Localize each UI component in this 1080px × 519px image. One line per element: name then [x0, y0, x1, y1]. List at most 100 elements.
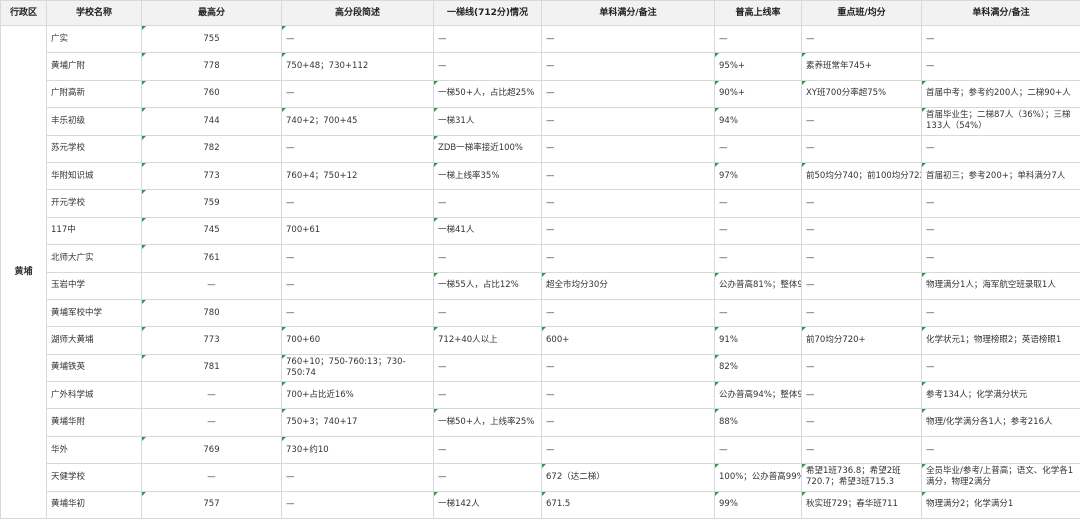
table-row: 黄埔军校中学 780— — — — — —: [1, 298, 1080, 328]
single-subject-note-cell: —: [541, 189, 715, 218]
tier-one-cell: 一梯55人，占比12%: [433, 271, 542, 300]
school-name-cell: 广附高新: [46, 79, 142, 109]
header-max-score: 最高分: [141, 0, 282, 26]
high-score-summary-cell: 700+60: [281, 326, 434, 355]
single-subject-note-cell: 671.5: [541, 490, 715, 519]
max-score-cell: —: [141, 463, 282, 492]
high-score-summary-cell: 750+3；740+17: [281, 408, 434, 437]
table-row: 广附高新 760— 一梯50+人，占比超25% —90%+ XY班700分率超75% 首届…: [1, 79, 1080, 109]
single-subject-note-cell: —: [541, 134, 715, 163]
single-subject-note-2-cell: —: [921, 216, 1080, 246]
key-class-cell: 前50均分740；前100均分722: [801, 161, 922, 191]
table-row: 华附知识城 773 760+4；750+12 一梯上线率35% —97% 前50均分740…: [1, 161, 1080, 191]
high-score-summary-cell: 760+4；750+12: [281, 161, 434, 191]
single-subject-note-cell: —: [541, 216, 715, 246]
high-score-summary-cell: 700+61: [281, 216, 434, 246]
tier-one-cell: —: [433, 353, 542, 383]
single-subject-note-2-cell: —: [921, 52, 1080, 81]
key-class-cell: —: [801, 408, 922, 437]
max-score-cell: 745: [141, 216, 282, 246]
max-score-cell: 773: [141, 161, 282, 191]
single-subject-note-cell: 600+: [541, 326, 715, 355]
pass-rate-cell: 90%+: [714, 79, 802, 109]
max-score-cell: —: [141, 381, 282, 410]
max-score-cell: 769: [141, 435, 282, 465]
key-class-cell: —: [801, 216, 922, 246]
max-score-cell: 778: [141, 52, 282, 81]
single-subject-note-cell: 672（达二梯）: [541, 463, 715, 492]
tier-one-cell: 一梯上线率35%: [433, 161, 542, 191]
pass-rate-cell: 97%: [714, 161, 802, 191]
tier-one-cell: 一梯142人: [433, 490, 542, 519]
high-score-summary-cell: 730+约10: [281, 435, 434, 465]
tier-one-cell: ZDB一梯率接近100%: [433, 134, 542, 163]
table-row: 黄埔广附 778 750+48；730+112— —95%+ 素养班常年745+ —: [1, 52, 1080, 81]
key-class-cell: —: [801, 107, 922, 136]
pass-rate-cell: —: [714, 216, 802, 246]
pass-rate-cell: —: [714, 134, 802, 163]
pass-rate-cell: —: [714, 244, 802, 273]
table-row: 华外 769 730+约10— — — — —: [1, 435, 1080, 465]
table-row: 天健学校 — — —672（达二梯） 100%；公办普高99% 希望1班736.8；希望2…: [1, 463, 1080, 492]
pass-rate-cell: 95%+: [714, 52, 802, 81]
header-pass-rate: 普高上线率: [714, 0, 802, 26]
single-subject-note-2-cell: 全员毕业/参考/上普高；语文、化学各1满分，物理2满分: [921, 463, 1080, 492]
max-score-cell: 757: [141, 490, 282, 519]
single-subject-note-2-cell: 参考134人；化学满分状元: [921, 381, 1080, 410]
high-score-summary-cell: —: [281, 490, 434, 519]
key-class-cell: —: [801, 298, 922, 328]
school-name-cell: 开元学校: [46, 189, 142, 218]
table-row: 开元学校 759— — — — — —: [1, 189, 1080, 218]
single-subject-note-cell: 超全市均分30分: [541, 271, 715, 300]
max-score-cell: 760: [141, 79, 282, 109]
single-subject-note-2-cell: 物理满分1人；海军航空班录取1人: [921, 271, 1080, 300]
key-class-cell: XY班700分率超75%: [801, 79, 922, 109]
single-subject-note-cell: —: [541, 161, 715, 191]
pass-rate-cell: 88%: [714, 408, 802, 437]
high-score-summary-cell: —: [281, 79, 434, 109]
school-name-cell: 天健学校: [46, 463, 142, 492]
tier-one-cell: 一梯31人: [433, 107, 542, 136]
max-score-cell: 759: [141, 189, 282, 218]
key-class-cell: —: [801, 271, 922, 300]
key-class-cell: 秋实班729；春华班711: [801, 490, 922, 519]
school-name-cell: 华附知识城: [46, 161, 142, 191]
key-class-cell: 希望1班736.8；希望2班720.7；希望3班715.3: [801, 463, 922, 492]
single-subject-note-cell: —: [541, 107, 715, 136]
header-single-subject-note: 单科满分/备注: [541, 0, 715, 26]
header-row: 行政区 学校名称 最高分 高分段简述 一梯线(712分)情况 单科满分/备注 普…: [0, 0, 1080, 26]
key-class-cell: —: [801, 353, 922, 383]
max-score-cell: 781: [141, 353, 282, 383]
tier-one-cell: 一梯50+人，上线率25%: [433, 408, 542, 437]
pass-rate-cell: 99%: [714, 490, 802, 519]
table-row: 丰乐初级 744 740+2；700+45 一梯31人 —94% — 首届毕业生；二梯87人…: [1, 107, 1080, 136]
tier-one-cell: —: [433, 52, 542, 81]
table-body: 黄埔 广实 755— — — — — — 黄埔广附 778 750+48；730+112— —95%+…: [0, 24, 1080, 519]
school-name-cell: 华外: [46, 435, 142, 465]
tier-one-cell: —: [433, 24, 542, 54]
single-subject-note-cell: —: [541, 408, 715, 437]
table-row: 黄埔铁英 781 760+10；750-760:13；730-750:74— —82%…: [1, 353, 1080, 383]
single-subject-note-2-cell: 首届毕业生；二梯87人（36%）；三梯133人（54%）: [921, 107, 1080, 136]
max-score-cell: 761: [141, 244, 282, 273]
table-row: 湖师大黄埔 773 700+60 712+40人以上 600+ 91% 前70均分720+ 化…: [1, 326, 1080, 355]
pass-rate-cell: 公办普高94%；整体97: [714, 381, 802, 410]
pass-rate-cell: —: [714, 298, 802, 328]
single-subject-note-cell: —: [541, 298, 715, 328]
key-class-cell: 素养班常年745+: [801, 52, 922, 81]
single-subject-note-cell: —: [541, 24, 715, 54]
school-name-cell: 黄埔军校中学: [46, 298, 142, 328]
school-name-cell: 丰乐初级: [46, 107, 142, 136]
high-score-summary-cell: —: [281, 271, 434, 300]
single-subject-note-2-cell: —: [921, 189, 1080, 218]
school-score-table: 行政区 学校名称 最高分 高分段简述 一梯线(712分)情况 单科满分/备注 普…: [0, 0, 1080, 519]
max-score-cell: 744: [141, 107, 282, 136]
high-score-summary-cell: 740+2；700+45: [281, 107, 434, 136]
table-row: 黄埔华附 —750+3；740+17 一梯50+人，上线率25% —88% — 物理/化学…: [1, 408, 1080, 437]
school-name-cell: 玉岩中学: [46, 271, 142, 300]
max-score-cell: —: [141, 408, 282, 437]
school-name-cell: 北师大广实: [46, 244, 142, 273]
tier-one-cell: 一梯41人: [433, 216, 542, 246]
single-subject-note-2-cell: —: [921, 435, 1080, 465]
single-subject-note-2-cell: —: [921, 134, 1080, 163]
